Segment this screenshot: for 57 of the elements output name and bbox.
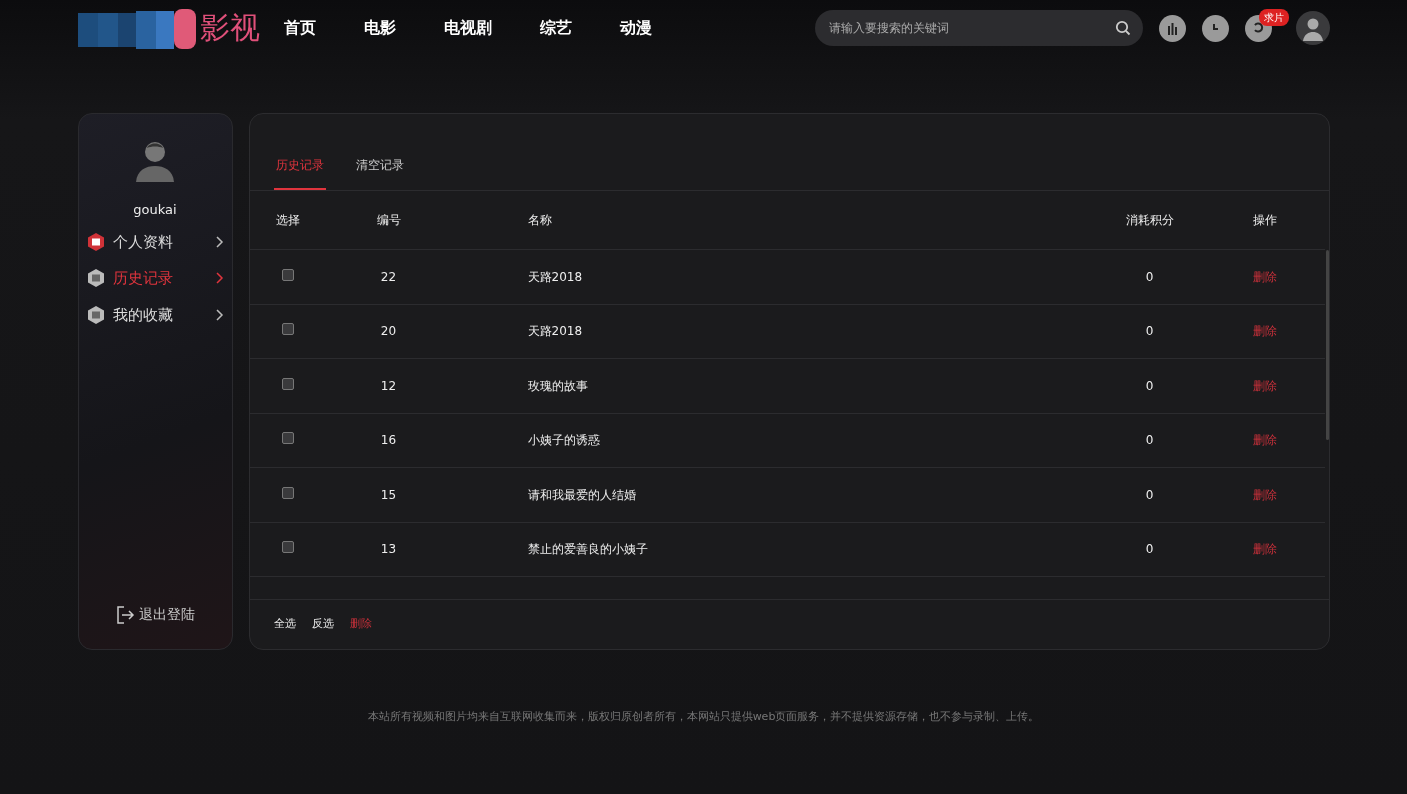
title-cell: 禁止的爱善良的小姨子 [527,542,648,557]
logout-link[interactable]: 退出登陆 [115,604,195,625]
points-cell: 0 [1145,378,1154,393]
tab[interactable]: 历史记录 [273,142,326,190]
points-cell: 0 [1145,324,1154,339]
title-cell: 天路2018 [527,269,583,284]
column-header: 编号 [376,213,401,227]
sidebar-item[interactable]: 历史记录 [78,260,232,297]
nav-link[interactable]: 综艺 [539,16,572,40]
user-avatar-icon[interactable] [1295,11,1330,45]
row-checkbox[interactable] [281,323,294,336]
row-checkbox[interactable] [281,541,294,554]
id-cell: 15 [380,487,397,502]
row-checkbox[interactable] [281,432,294,445]
chevron-right-icon [215,272,224,285]
id-cell: 13 [380,542,397,557]
title-cell: 天路2018 [527,324,583,339]
site-logo[interactable]: 影视 [199,13,260,43]
chevron-right-icon [215,308,224,321]
points-cell: 0 [1145,487,1154,502]
points-cell: 0 [1145,542,1154,557]
footer-disclaimer: 本站所有视频和图片均来自互联网收集而来，版权归原创者所有，本网站只提供web页面服务，并不提供资源存储，也不参与录制、上传。 [367,710,1040,723]
title-cell: 请和我最爱的人结婚 [527,487,636,502]
column-header: 操作 [1252,213,1277,227]
search-icon[interactable] [1114,20,1131,36]
sidebar-item[interactable]: 我的收藏 [78,296,232,333]
id-cell: 16 [380,433,397,448]
points-cell: 0 [1145,269,1154,284]
chart-icon[interactable] [1158,14,1186,42]
title-cell: 小姨子的诱惑 [527,433,600,448]
column-header: 名称 [527,213,552,227]
nav-link[interactable]: 首页 [283,16,316,40]
bulk-action-link[interactable]: 反选 [311,616,334,633]
id-card-icon [86,232,105,251]
id-cell: 22 [380,269,397,284]
tab[interactable]: 清空记录 [353,142,406,190]
id-cell: 20 [380,324,397,339]
clock-icon[interactable] [1201,14,1229,42]
bulk-action-link[interactable]: 全选 [273,616,296,633]
username: goukai [133,201,177,219]
logout-icon [115,604,135,625]
scrollbar[interactable] [1325,250,1329,440]
row-checkbox[interactable] [281,268,294,281]
request-badge[interactable]: 求片 [1258,8,1289,26]
column-header: 选择 [275,213,300,227]
search-field[interactable]: 请输入要搜索的关键词 [814,10,1143,46]
nav-link[interactable]: 电影 [363,16,396,40]
chevron-right-icon [215,235,224,248]
points-cell: 0 [1145,433,1154,448]
row-checkbox[interactable] [281,377,294,390]
nav-link[interactable]: 动漫 [619,16,652,40]
title-cell: 玫瑰的故事 [527,378,588,393]
sidebar-item[interactable]: 个人资料 [78,223,232,260]
column-header: 消耗积分 [1125,213,1174,227]
row-checkbox[interactable] [281,486,294,499]
nav-link[interactable]: 电视剧 [443,16,492,40]
id-cell: 12 [380,378,397,393]
